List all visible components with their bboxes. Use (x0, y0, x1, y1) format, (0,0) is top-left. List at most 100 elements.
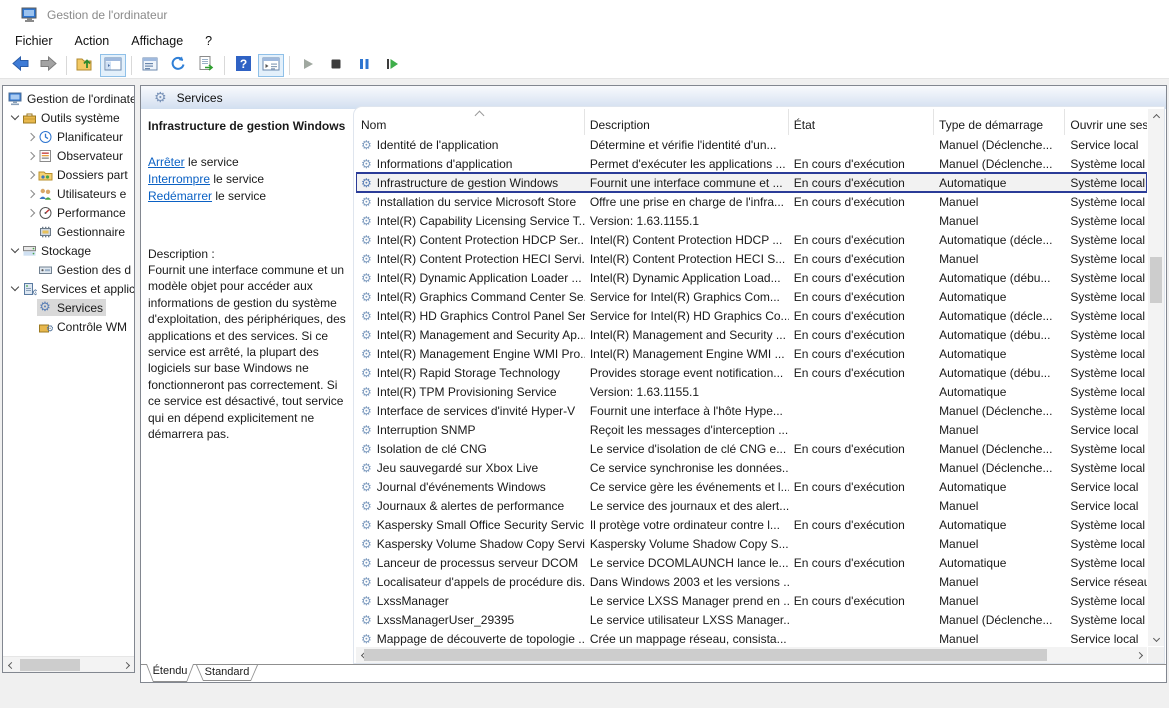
tab-etendu[interactable]: Étendu (146, 664, 194, 682)
tree-horizontal-scrollbar[interactable] (3, 656, 134, 672)
list-vertical-scrollbar[interactable] (1148, 109, 1164, 646)
service-row[interactable]: ⚙Intel(R) Management Engine WMI Pro...In… (356, 344, 1147, 363)
service-row[interactable]: ⚙LxssManagerLe service LXSS Manager pren… (356, 591, 1147, 610)
list-scroll-right-button[interactable] (1131, 647, 1147, 663)
list-scroll-up-button[interactable] (1148, 109, 1164, 125)
menu-affichage[interactable]: Affichage (120, 30, 194, 52)
chevron-right-icon[interactable] (27, 132, 35, 140)
service-row[interactable]: ⚙Infrastructure de gestion WindowsFourni… (356, 173, 1147, 192)
chevron-right-icon[interactable] (27, 170, 35, 178)
service-row[interactable]: ⚙Journaux & alertes de performanceLe ser… (356, 496, 1147, 515)
list-vscrollbar-thumb[interactable] (1150, 257, 1162, 303)
list-hscrollbar-thumb[interactable] (364, 649, 1047, 661)
service-row[interactable]: ⚙Intel(R) Capability Licensing Service T… (356, 211, 1147, 230)
service-row[interactable]: ⚙Isolation de clé CNGLe service d'isolat… (356, 439, 1147, 458)
service-row[interactable]: ⚙Interruption SNMPReçoit les messages d'… (356, 420, 1147, 439)
stop-service-button[interactable] (323, 54, 349, 77)
service-state-cell: En cours d'exécution (789, 195, 934, 209)
service-row[interactable]: ⚙Intel(R) Graphics Command Center Se...S… (356, 287, 1147, 306)
tree-item-outils-syst-me[interactable]: Outils système (3, 108, 134, 127)
menu-help[interactable]: ? (194, 30, 223, 52)
cell-text: Manuel (939, 214, 978, 228)
tree-item-planificateur[interactable]: Planificateur (3, 127, 134, 146)
tree-item-gestion-des-d[interactable]: Gestion des d (3, 260, 134, 279)
cell-text: Manuel (939, 537, 978, 551)
service-row[interactable]: ⚙Interface de services d'invité Hyper-VF… (356, 401, 1147, 420)
tree-scroll-left-button[interactable] (3, 657, 19, 673)
tree-item-gestionnaire[interactable]: Gestionnaire (3, 222, 134, 241)
column-header-ouvrir-session[interactable]: Ouvrir une ses (1065, 109, 1147, 135)
back-button[interactable] (7, 54, 33, 77)
chevron-down-icon[interactable] (11, 245, 19, 253)
service-row[interactable]: ⚙Intel(R) TPM Provisioning ServiceVersio… (356, 382, 1147, 401)
column-header-type-demarrage[interactable]: Type de démarrage (934, 109, 1065, 135)
cell-text: Système local (1070, 195, 1145, 209)
restart-service-button[interactable] (379, 54, 405, 77)
column-header-nom[interactable]: Nom (356, 109, 585, 135)
service-row[interactable]: ⚙Intel(R) HD Graphics Control Panel Ser.… (356, 306, 1147, 325)
menu-fichier[interactable]: Fichier (4, 30, 64, 52)
tree-scroll-right-button[interactable] (118, 657, 134, 673)
column-header-etat[interactable]: État (789, 109, 934, 135)
tab-standard[interactable]: Standard (196, 665, 258, 681)
service-row[interactable]: ⚙Lanceur de processus serveur DCOMLe ser… (356, 553, 1147, 572)
service-row[interactable]: ⚙Mappage de découverte de topologie ...C… (356, 629, 1147, 646)
tree-item-utilisateurs-e[interactable]: Utilisateurs e (3, 184, 134, 203)
chevron-down-icon[interactable] (11, 112, 19, 120)
service-row[interactable]: ⚙Informations d'applicationPermet d'exéc… (356, 154, 1147, 173)
menu-action[interactable]: Action (64, 30, 121, 52)
service-row[interactable]: ⚙Intel(R) Rapid Storage TechnologyProvid… (356, 363, 1147, 382)
cell-text: En cours d'exécution (794, 252, 905, 266)
tree-item-services[interactable]: ⚙Services (3, 298, 134, 317)
cell-text: Kaspersky Volume Shadow Copy S... (590, 537, 789, 551)
chevron-down-icon[interactable] (11, 283, 19, 291)
chevron-right-icon[interactable] (27, 151, 35, 159)
service-row[interactable]: ⚙Kaspersky Volume Shadow Copy Servi...Ka… (356, 534, 1147, 553)
service-row[interactable]: ⚙LxssManagerUser_29395Le service utilisa… (356, 610, 1147, 629)
service-row[interactable]: ⚙Jeu sauvegardé sur Xbox LiveCe service … (356, 458, 1147, 477)
service-row[interactable]: ⚙Intel(R) Content Protection HECI Servi.… (356, 249, 1147, 268)
stop-service-link[interactable]: Arrêter (148, 155, 185, 169)
chevron-right-icon[interactable] (27, 189, 35, 197)
pause-service-link[interactable]: Interrompre (148, 172, 210, 186)
service-row[interactable]: ⚙Intel(R) Management and Security Ap...I… (356, 325, 1147, 344)
help-button[interactable]: ? (230, 54, 256, 77)
pause-service-button[interactable] (351, 54, 377, 77)
cell-text: Intel(R) Content Protection HECI Servi..… (377, 252, 585, 266)
tree-item-contr-le-wm[interactable]: ⚙Contrôle WM (3, 317, 134, 336)
toolbar-separator (224, 56, 225, 75)
action-suffix: le service (185, 155, 239, 169)
chevron-right-icon[interactable] (27, 208, 35, 216)
column-header-description[interactable]: Description (585, 109, 789, 135)
start-service-button[interactable] (295, 54, 321, 77)
forward-button[interactable] (35, 54, 61, 77)
list-scroll-down-button[interactable] (1148, 630, 1164, 646)
list-horizontal-scrollbar[interactable] (356, 647, 1147, 663)
tree-scrollbar-thumb[interactable] (20, 659, 80, 671)
tree-item-stockage[interactable]: Stockage (3, 241, 134, 260)
service-row[interactable]: ⚙Intel(R) Dynamic Application Loader ...… (356, 268, 1147, 287)
tree-item-services-et-applic[interactable]: ⚙Services et applic (3, 279, 134, 298)
service-gear-icon: ⚙ (361, 329, 372, 341)
service-row[interactable]: ⚙Installation du service Microsoft Store… (356, 192, 1147, 211)
tree-item-observateur[interactable]: Observateur (3, 146, 134, 165)
cell-text: Le service LXSS Manager prend en ... (590, 594, 789, 608)
cell-text: Automatique (939, 347, 1006, 361)
service-row[interactable]: ⚙Intel(R) Content Protection HDCP Ser...… (356, 230, 1147, 249)
service-row[interactable]: ⚙Identité de l'applicationDétermine et v… (356, 135, 1147, 154)
properties-button[interactable] (137, 54, 163, 77)
service-state-cell: En cours d'exécution (789, 157, 934, 171)
export-list-button[interactable] (193, 54, 219, 77)
service-row[interactable]: ⚙Localisateur d'appels de procédure dis.… (356, 572, 1147, 591)
up-one-level-button[interactable] (72, 54, 98, 77)
show-console-tree-button[interactable] (100, 54, 126, 77)
service-row[interactable]: ⚙Kaspersky Small Office Security Servic.… (356, 515, 1147, 534)
service-row[interactable]: ⚙Journal d'événements WindowsCe service … (356, 477, 1147, 496)
cell-text: Journal d'événements Windows (377, 480, 546, 494)
tree-item-dossiers-part[interactable]: Dossiers part (3, 165, 134, 184)
refresh-button[interactable] (165, 54, 191, 77)
restart-service-link[interactable]: Redémarrer (148, 189, 212, 203)
tree-item-gestion-de-l-ordinate[interactable]: Gestion de l'ordinate (3, 89, 134, 108)
tree-item-performance[interactable]: Performance (3, 203, 134, 222)
show-action-pane-button[interactable] (258, 54, 284, 77)
